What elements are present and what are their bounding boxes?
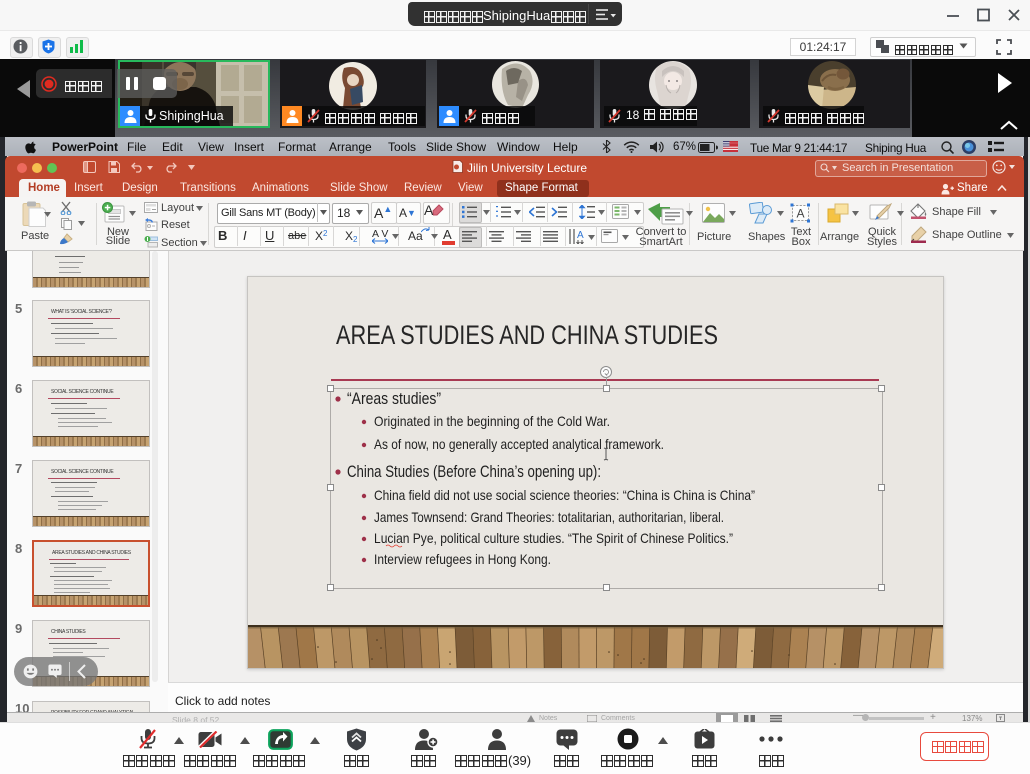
svg-text:Interview refugees in Hong Kon: Interview refugees in Hong Kong. bbox=[374, 551, 551, 567]
svg-text:As of now, no generally accept: As of now, no generally accepted analyti… bbox=[374, 436, 664, 452]
svg-text:Lucian Pye, political culture: Lucian Pye, political culture studies. “… bbox=[374, 530, 733, 546]
svg-text:Originated in the beginning of: Originated in the beginning of the Cold … bbox=[374, 413, 610, 429]
svg-text:A: A bbox=[424, 202, 434, 218]
svg-text:China field did not use social: China field did not use social science t… bbox=[374, 487, 755, 503]
svg-text:AREA STUDIES AND CHINA STUDIES: AREA STUDIES AND CHINA STUDIES bbox=[336, 321, 718, 349]
svg-text:“Areas studies”: “Areas studies” bbox=[347, 390, 441, 408]
svg-text:A: A bbox=[577, 230, 584, 241]
svg-text:China Studies (Before China’s: China Studies (Before China’s opening up… bbox=[347, 463, 601, 481]
svg-text:A: A bbox=[797, 207, 805, 221]
svg-text:James Townsend: Grand Theories: James Townsend: Grand Theories: totalita… bbox=[374, 509, 724, 525]
